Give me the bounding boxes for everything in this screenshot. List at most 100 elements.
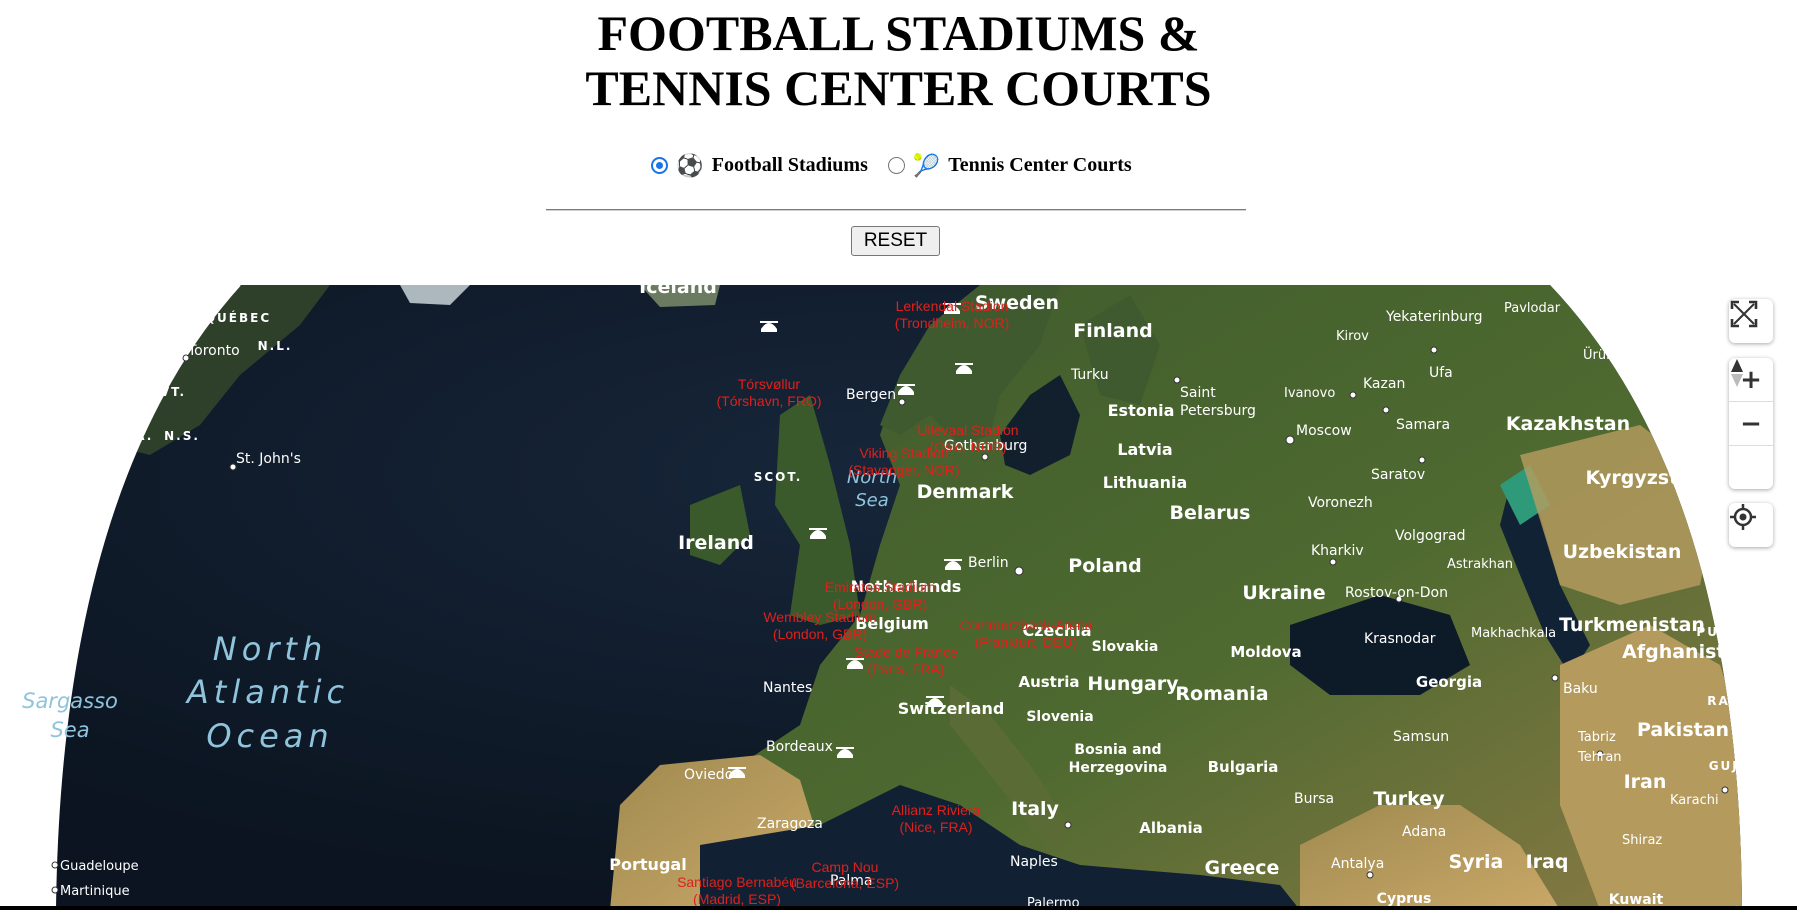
city-label: Guadeloupe	[60, 859, 139, 874]
city-label: Bergen	[846, 387, 896, 403]
region-label: N.L.	[258, 339, 293, 353]
region-label: GUJ.	[1709, 759, 1746, 773]
country-label: Greece	[1205, 857, 1280, 879]
country-label: Georgia	[1416, 673, 1482, 691]
country-label: Denmark	[917, 481, 1014, 503]
country-label: Moldova	[1230, 643, 1301, 661]
stadium-name: Allianz Riviera	[892, 802, 981, 818]
city-label: Makhachkala	[1471, 626, 1556, 641]
stadium-place: (Barcelona, ESP)	[791, 875, 899, 891]
tennis-label: Tennis Center Courts	[948, 154, 1132, 176]
country-label: Lithuania	[1103, 473, 1188, 492]
country-label: Bulgaria	[1208, 758, 1279, 776]
country-label: Portugal	[609, 855, 686, 874]
stadium-place: (London, GBR)	[773, 626, 867, 642]
city-label: Antalya	[1331, 856, 1384, 872]
country-label: Turkey	[1373, 788, 1445, 810]
fullscreen-control[interactable]	[1729, 299, 1773, 343]
globe-map[interactable]: North Atlantic Ocean Sargasso Sea North …	[0, 285, 1797, 910]
city-label: Tabriz	[1577, 730, 1616, 745]
city-label: Shiraz	[1622, 833, 1662, 848]
geolocate-icon[interactable]	[1729, 503, 1773, 546]
country-label: Poland	[1068, 555, 1141, 577]
tennis-radio[interactable]	[887, 157, 905, 174]
city-label: Turku	[1070, 367, 1109, 383]
city-label: Berlin	[968, 555, 1009, 571]
city-label: Toronto	[187, 343, 240, 359]
tennis-option[interactable]: 🎾 Tennis Center Courts	[887, 152, 1132, 178]
stadium-place: (Paris, FRA)	[868, 661, 945, 677]
football-radio[interactable]	[651, 157, 669, 174]
country-label: Kyrgyzstan	[1585, 467, 1704, 489]
stadium-name: Camp Nou	[812, 859, 879, 875]
ocean-label-line: Ocean	[206, 717, 333, 755]
city-label: Bordeaux	[766, 739, 833, 755]
page-title: FOOTBALL STADIUMS & TENNIS CENTER COURTS	[0, 6, 1797, 116]
city-label: Kazan	[1363, 376, 1405, 392]
country-label: Slovenia	[1026, 709, 1093, 725]
ocean-label-line: North	[213, 630, 328, 668]
region-label: QUÉBEC	[205, 310, 271, 325]
country-label: Slovakia	[1092, 639, 1159, 655]
city-label: Adana	[1402, 824, 1446, 840]
country-label: Turkmenistan	[1559, 614, 1705, 636]
city-label: Karachi	[1670, 793, 1719, 808]
country-label: Finland	[1073, 320, 1152, 342]
stadium-name: Ullevaal Stadion	[917, 422, 1018, 438]
city-label: Nantes	[763, 680, 812, 696]
stadium-name: Lerkendal Stadion	[896, 298, 1009, 314]
country-label: Latvia	[1117, 440, 1172, 459]
stadium-place: (Frankfurt, DEU)	[975, 634, 1078, 650]
zoom-out-icon[interactable]: −	[1729, 401, 1773, 445]
stadium-name: Commerzbank-Arena	[959, 617, 1092, 633]
football-option[interactable]: ⚽ Football Stadiums	[651, 154, 868, 177]
divider	[546, 209, 1246, 211]
city-label: Voronezh	[1308, 495, 1373, 511]
region-label: SCOT.	[754, 470, 803, 484]
region-label: N.S.	[164, 429, 200, 443]
country-label: Belarus	[1170, 502, 1251, 524]
stadium-name: Stade de France	[854, 644, 958, 660]
country-label: Romania	[1175, 683, 1268, 705]
stadium-place: (Nice, FRA)	[899, 819, 972, 835]
compass-icon[interactable]	[1729, 359, 1773, 489]
country-label: Pakistan	[1637, 719, 1729, 741]
country-label: Austria	[1018, 673, 1079, 691]
country-label: Iceland	[639, 285, 717, 298]
football-label: Football Stadiums	[711, 154, 868, 176]
title-line-1: FOOTBALL STADIUMS &	[597, 5, 1200, 61]
soccer-ball-icon: ⚽	[676, 152, 704, 178]
mode-selector: ⚽ Football Stadiums 🎾 Tennis Center Cour…	[0, 154, 1797, 177]
city-label: Ufa	[1429, 365, 1453, 381]
tennis-racket-icon: 🎾	[912, 152, 941, 178]
city-label: Pavlodar	[1504, 301, 1561, 316]
fullscreen-icon[interactable]	[1729, 299, 1773, 342]
stadium-name: Tórsvøllur	[738, 376, 801, 392]
city-label: Saratov	[1371, 467, 1425, 483]
country-label: Estonia	[1108, 401, 1175, 420]
city-label: St. John's	[236, 451, 301, 467]
city-label: Yekaterinburg	[1385, 309, 1483, 325]
region-label: LAD.	[1707, 560, 1746, 574]
city-label: Petersburg	[1180, 403, 1256, 419]
city-label: Samsun	[1393, 729, 1449, 745]
country-label: Albania	[1139, 819, 1203, 837]
city-label: Kirov	[1336, 329, 1369, 344]
map-view[interactable]: North Atlantic Ocean Sargasso Sea North …	[0, 285, 1797, 910]
country-label: Hungary	[1087, 673, 1179, 695]
ocean-label-line: Atlantic	[185, 673, 349, 711]
stadium-place: (Madrid, ESP)	[693, 891, 781, 907]
city-label: Saint	[1180, 385, 1216, 401]
city-label: Volgograd	[1395, 528, 1466, 544]
city-label: Martinique	[60, 884, 130, 899]
reset-button[interactable]: RESET	[851, 226, 940, 256]
city-label: Astrakhan	[1447, 557, 1513, 572]
ocean-label-line: Sea	[50, 718, 89, 742]
country-label: Herzegovina	[1069, 760, 1168, 776]
country-label: Ireland	[678, 532, 754, 554]
country-label: Cyprus	[1377, 891, 1432, 907]
city-label: Zaragoza	[757, 816, 823, 832]
stadium-place: (Trondheim, NOR)	[895, 315, 1010, 331]
geolocate-control[interactable]	[1729, 503, 1773, 547]
region-label: RAJ.	[1707, 694, 1743, 708]
